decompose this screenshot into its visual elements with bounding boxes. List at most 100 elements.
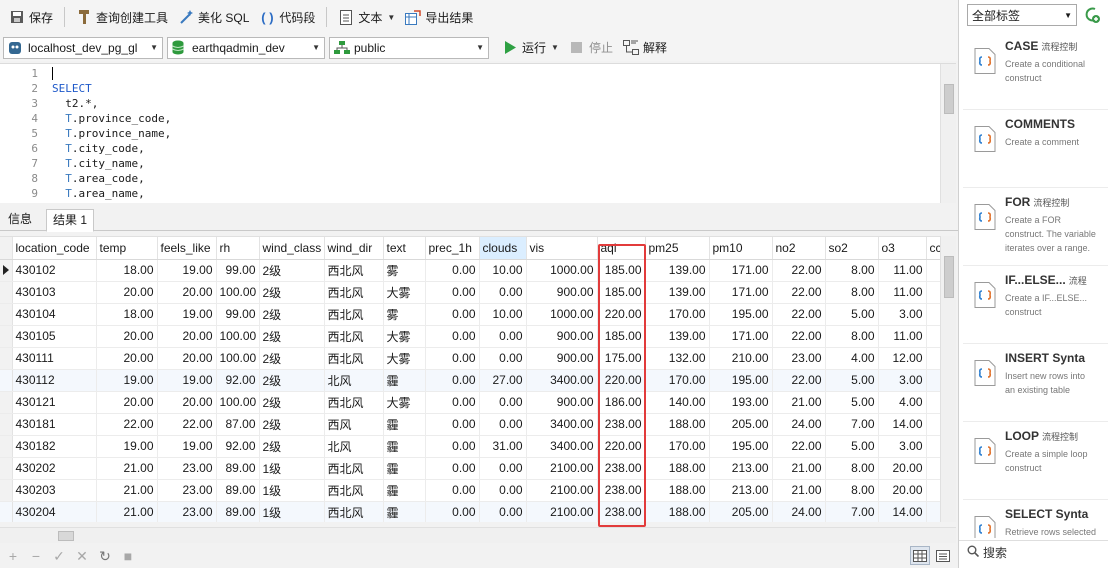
export-results-button[interactable]: 导出结果: [400, 5, 478, 29]
cell-pm25[interactable]: 188.00: [645, 457, 710, 480]
cell-vis[interactable]: 2100.00: [526, 501, 598, 522]
cell-no2[interactable]: 21.00: [772, 479, 826, 502]
cell-so2[interactable]: 7.00: [825, 501, 879, 522]
cell-cc[interactable]: [926, 457, 940, 480]
table-row[interactable]: 430181 22.00 22.00 87.00 2级 西风霾 0.00 0.00 3400.0…: [0, 413, 940, 436]
cell-prec-1h[interactable]: 0.00: [425, 347, 480, 370]
cell-wind-class[interactable]: 2级: [259, 325, 325, 348]
result-grid[interactable]: location_code temp feels_like rh wind_class w…: [0, 236, 940, 522]
cell-so2[interactable]: 5.00: [825, 303, 879, 326]
refresh-snippets-icon[interactable]: [1081, 4, 1103, 26]
cell-o3[interactable]: 20.00: [878, 479, 927, 502]
cell-wind-dir[interactable]: 西北风: [324, 325, 384, 348]
cell-o3[interactable]: 4.00: [878, 391, 927, 414]
cell-temp[interactable]: 20.00: [96, 391, 158, 414]
cell-no2[interactable]: 22.00: [772, 369, 826, 392]
cell-text[interactable]: 霾: [383, 479, 426, 502]
cell-text[interactable]: 霾: [383, 501, 426, 522]
cell-prec-1h[interactable]: 0.00: [425, 391, 480, 414]
table-row[interactable]: 430103 20.00 20.00 100.00 2级 西北风 大雾 0.00 0.00 900…: [0, 281, 940, 304]
cell-wind-class[interactable]: 2级: [259, 369, 325, 392]
cell-vis[interactable]: 900.00: [526, 391, 598, 414]
cell-text[interactable]: 霾: [383, 435, 426, 458]
cell-clouds[interactable]: 31.00: [479, 435, 527, 458]
cell-aqi[interactable]: 238.00: [597, 501, 646, 522]
cell-cc[interactable]: [926, 391, 940, 414]
cell-no2[interactable]: 22.00: [772, 435, 826, 458]
cell-prec-1h[interactable]: 0.00: [425, 281, 480, 304]
cell-temp[interactable]: 21.00: [96, 479, 158, 502]
cell-pm10[interactable]: 210.00: [709, 347, 773, 370]
snippet-item[interactable]: COMMENTS Create a comment: [963, 110, 1108, 188]
cell-temp[interactable]: 22.00: [96, 413, 158, 436]
editor-scrollbar[interactable]: [940, 64, 956, 203]
cell-pm25[interactable]: 140.00: [645, 391, 710, 414]
explain-button[interactable]: 解释: [618, 36, 672, 60]
cell-pm10[interactable]: 195.00: [709, 303, 773, 326]
cell-pm10[interactable]: 195.00: [709, 369, 773, 392]
cell-wind-dir[interactable]: 西北风: [324, 479, 384, 502]
cell-temp[interactable]: 20.00: [96, 281, 158, 304]
cell-o3[interactable]: 12.00: [878, 347, 927, 370]
cell-prec-1h[interactable]: 0.00: [425, 479, 480, 502]
cell-wind-class[interactable]: 1级: [259, 479, 325, 502]
snippet-item[interactable]: IF...ELSE... 流程 Create a IF...ELSE... cons…: [963, 266, 1108, 344]
cell-rh[interactable]: 89.00: [216, 457, 260, 480]
snippet-item[interactable]: CASE 流程控制 Create a conditional construct: [963, 32, 1108, 110]
row-indicator[interactable]: [0, 457, 13, 480]
table-row[interactable]: 430202 21.00 23.00 89.00 1级 西北风霾 0.00 0.00 2100.…: [0, 457, 940, 480]
row-indicator[interactable]: [0, 435, 13, 458]
cell-o3[interactable]: 3.00: [878, 369, 927, 392]
snippet-search-input[interactable]: 搜索: [959, 540, 1108, 564]
table-row[interactable]: 430105 20.00 20.00 100.00 2级 西北风 大雾 0.00 0.00 900…: [0, 325, 940, 348]
cell-text[interactable]: 大雾: [383, 325, 426, 348]
cell-aqi[interactable]: 185.00: [597, 281, 646, 304]
cell-no2[interactable]: 24.00: [772, 501, 826, 522]
table-row[interactable]: 430121 20.00 20.00 100.00 2级 西北风 大雾 0.00 0.00 900…: [0, 391, 940, 414]
beautify-sql-button[interactable]: 美化 SQL: [173, 5, 254, 29]
cell-o3[interactable]: 14.00: [878, 413, 927, 436]
column-header-feels-like[interactable]: feels_like: [157, 237, 217, 260]
cell-cc[interactable]: [926, 479, 940, 502]
row-indicator[interactable]: [0, 413, 13, 436]
cell-temp[interactable]: 19.00: [96, 369, 158, 392]
cell-location-code[interactable]: 430202: [12, 457, 97, 480]
column-header-vis[interactable]: vis: [526, 237, 598, 260]
cell-clouds[interactable]: 10.00: [479, 259, 527, 282]
cell-text[interactable]: 大雾: [383, 281, 426, 304]
column-header-o3[interactable]: o3: [878, 237, 927, 260]
cell-pm25[interactable]: 132.00: [645, 347, 710, 370]
row-indicator[interactable]: [0, 391, 13, 414]
cancel-x-icon[interactable]: ✕: [73, 547, 91, 565]
cell-aqi[interactable]: 238.00: [597, 457, 646, 480]
cell-feels-like[interactable]: 23.00: [157, 457, 217, 480]
row-indicator[interactable]: [0, 347, 13, 370]
table-row[interactable]: 430112 19.00 19.00 92.00 2级 北风霾 0.00 27.00 3400.…: [0, 369, 940, 392]
stop-icon[interactable]: ■: [119, 547, 137, 565]
tab-info[interactable]: 信息: [2, 209, 38, 231]
cell-vis[interactable]: 3400.00: [526, 435, 598, 458]
cell-o3[interactable]: 3.00: [878, 435, 927, 458]
cell-text[interactable]: 大雾: [383, 391, 426, 414]
cell-temp[interactable]: 21.00: [96, 501, 158, 522]
cell-wind-dir[interactable]: 西北风: [324, 347, 384, 370]
cell-pm25[interactable]: 188.00: [645, 413, 710, 436]
grid-view-icon[interactable]: [910, 546, 930, 565]
cell-pm25[interactable]: 139.00: [645, 325, 710, 348]
cell-rh[interactable]: 92.00: [216, 369, 260, 392]
cell-so2[interactable]: 5.00: [825, 391, 879, 414]
column-header-text[interactable]: text: [383, 237, 426, 260]
cell-vis[interactable]: 2100.00: [526, 479, 598, 502]
grid-horizontal-scrollbar[interactable]: [0, 527, 956, 543]
cell-clouds[interactable]: 0.00: [479, 325, 527, 348]
refresh-icon[interactable]: ↻: [96, 547, 114, 565]
database-select[interactable]: earthqadmin_dev ▼: [167, 36, 325, 59]
cell-vis[interactable]: 2100.00: [526, 457, 598, 480]
tag-filter-select[interactable]: 全部标签 ▼: [967, 4, 1077, 26]
cell-wind-class[interactable]: 2级: [259, 281, 325, 304]
cell-clouds[interactable]: 0.00: [479, 391, 527, 414]
cell-feels-like[interactable]: 19.00: [157, 369, 217, 392]
cell-so2[interactable]: 8.00: [825, 259, 879, 282]
cell-pm25[interactable]: 170.00: [645, 369, 710, 392]
cell-rh[interactable]: 89.00: [216, 501, 260, 522]
